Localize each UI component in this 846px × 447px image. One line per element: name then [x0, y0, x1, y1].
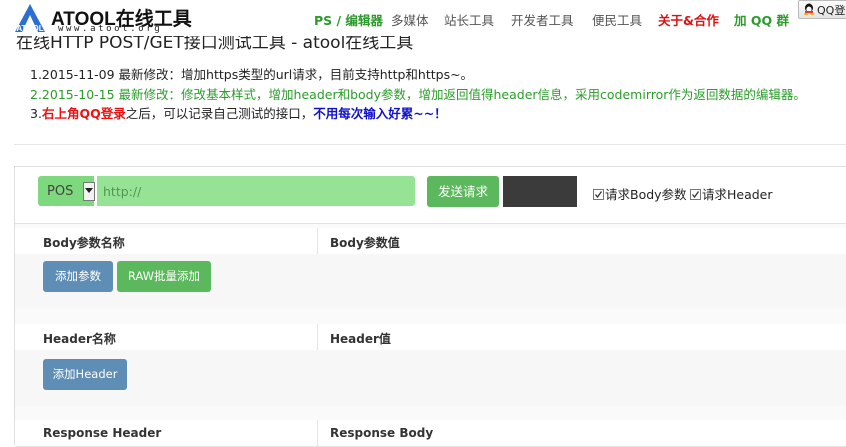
body-params-header-row: Body参数名称 Body参数值: [15, 228, 846, 255]
add-param-button[interactable]: 添加参数: [43, 261, 113, 292]
body-params-checkbox[interactable]: 请求Body参数: [593, 184, 687, 203]
nav-item-developer-tools[interactable]: 开发者工具: [511, 10, 574, 29]
note-3-qq-login-hint: 右上角QQ登录: [41, 106, 126, 121]
body-params-section: Body参数名称 Body参数值 添加参数 RAW批量添加: [15, 228, 846, 310]
note-item-3: 3.右上角QQ登录之后，可以记录自己测试的接口，不用每次输入好累~~！: [30, 104, 806, 124]
qq-login-button[interactable]: QQ登: [798, 0, 846, 19]
body-params-body: 添加参数 RAW批量添加: [15, 254, 846, 308]
method-dropdown-button[interactable]: [83, 182, 95, 201]
header-value-column: Header值: [330, 332, 391, 346]
qq-penguin-icon: [804, 3, 814, 15]
add-header-button[interactable]: 添加Header: [43, 359, 127, 390]
checkbox-checked-icon[interactable]: [593, 189, 604, 200]
column-divider: [317, 228, 318, 254]
chevron-down-icon: [85, 188, 93, 193]
note-item-1: 1.2015-11-09 最新修改：增加https类型的url请求，目前支持ht…: [30, 67, 474, 82]
column-divider: [317, 324, 318, 350]
note-3-number: 3.: [30, 106, 42, 121]
top-nav-bar: ATOOL ATOOL在线工具 www.atool.org PS / 编辑器 多…: [0, 0, 846, 36]
body-param-value-column: Body参数值: [330, 236, 400, 250]
raw-batch-add-button[interactable]: RAW批量添加: [117, 261, 211, 292]
header-params-section: Header名称 Header值 添加Header: [15, 324, 846, 406]
note-3-benefit: 不用每次输入好累~~！: [313, 106, 447, 121]
logo-mark-text: ATOOL: [16, 24, 43, 33]
nav-item-webmaster-tools[interactable]: 站长工具: [444, 10, 494, 29]
divider: [14, 144, 846, 145]
nav-item-convenience-tools[interactable]: 便民工具: [592, 10, 642, 29]
url-input-placeholder: http://: [103, 184, 142, 199]
atool-logo-icon[interactable]: ATOOL: [14, 3, 46, 33]
site-logo-url: www.atool.org: [58, 24, 163, 34]
url-input[interactable]: http://: [97, 176, 415, 206]
http-test-panel: POS http:// 发送请求 请求Body参数 请求Header Body参…: [14, 166, 846, 447]
note-3-middle: 之后，可以记录自己测试的接口，: [125, 106, 314, 121]
header-checkbox[interactable]: 请求Header: [690, 184, 773, 203]
header-checkbox-label: 请求Header: [702, 187, 773, 202]
response-body-column: Response Body: [330, 426, 434, 440]
checkbox-checked-icon[interactable]: [690, 189, 701, 200]
method-select[interactable]: POS: [38, 176, 95, 206]
send-request-button[interactable]: 发送请求: [427, 176, 499, 207]
note-item-2: 2.2015-10-15 最新修改：修改基本样式，增加header和body参数…: [30, 86, 806, 102]
body-params-checkbox-label: 请求Body参数: [605, 187, 687, 202]
response-header-column: Response Header: [43, 426, 162, 440]
header-params-header-row: Header名称 Header值: [15, 324, 846, 351]
nav-item-ps-editor[interactable]: PS / 编辑器: [314, 10, 383, 29]
response-section: Response Header Response Body: [15, 420, 846, 447]
request-bar: POS http:// 发送请求 请求Body参数 请求Header: [15, 167, 846, 224]
header-params-body: 添加Header: [15, 350, 846, 406]
header-name-column: Header名称: [43, 332, 116, 346]
update-notes: 1.2015-11-09 最新修改：增加https类型的url请求，目前支持ht…: [30, 65, 806, 124]
body-param-name-column: Body参数名称: [43, 236, 125, 250]
nav-item-join-qq-group[interactable]: 加 QQ 群: [734, 10, 789, 29]
nav-item-multimedia[interactable]: 多媒体: [391, 10, 429, 29]
nav-item-about-cooperation[interactable]: 关于&合作: [658, 10, 719, 29]
method-value: POS: [47, 184, 74, 199]
column-divider: [317, 420, 318, 446]
qq-login-label: QQ登: [817, 4, 846, 17]
dark-block: [503, 176, 577, 207]
